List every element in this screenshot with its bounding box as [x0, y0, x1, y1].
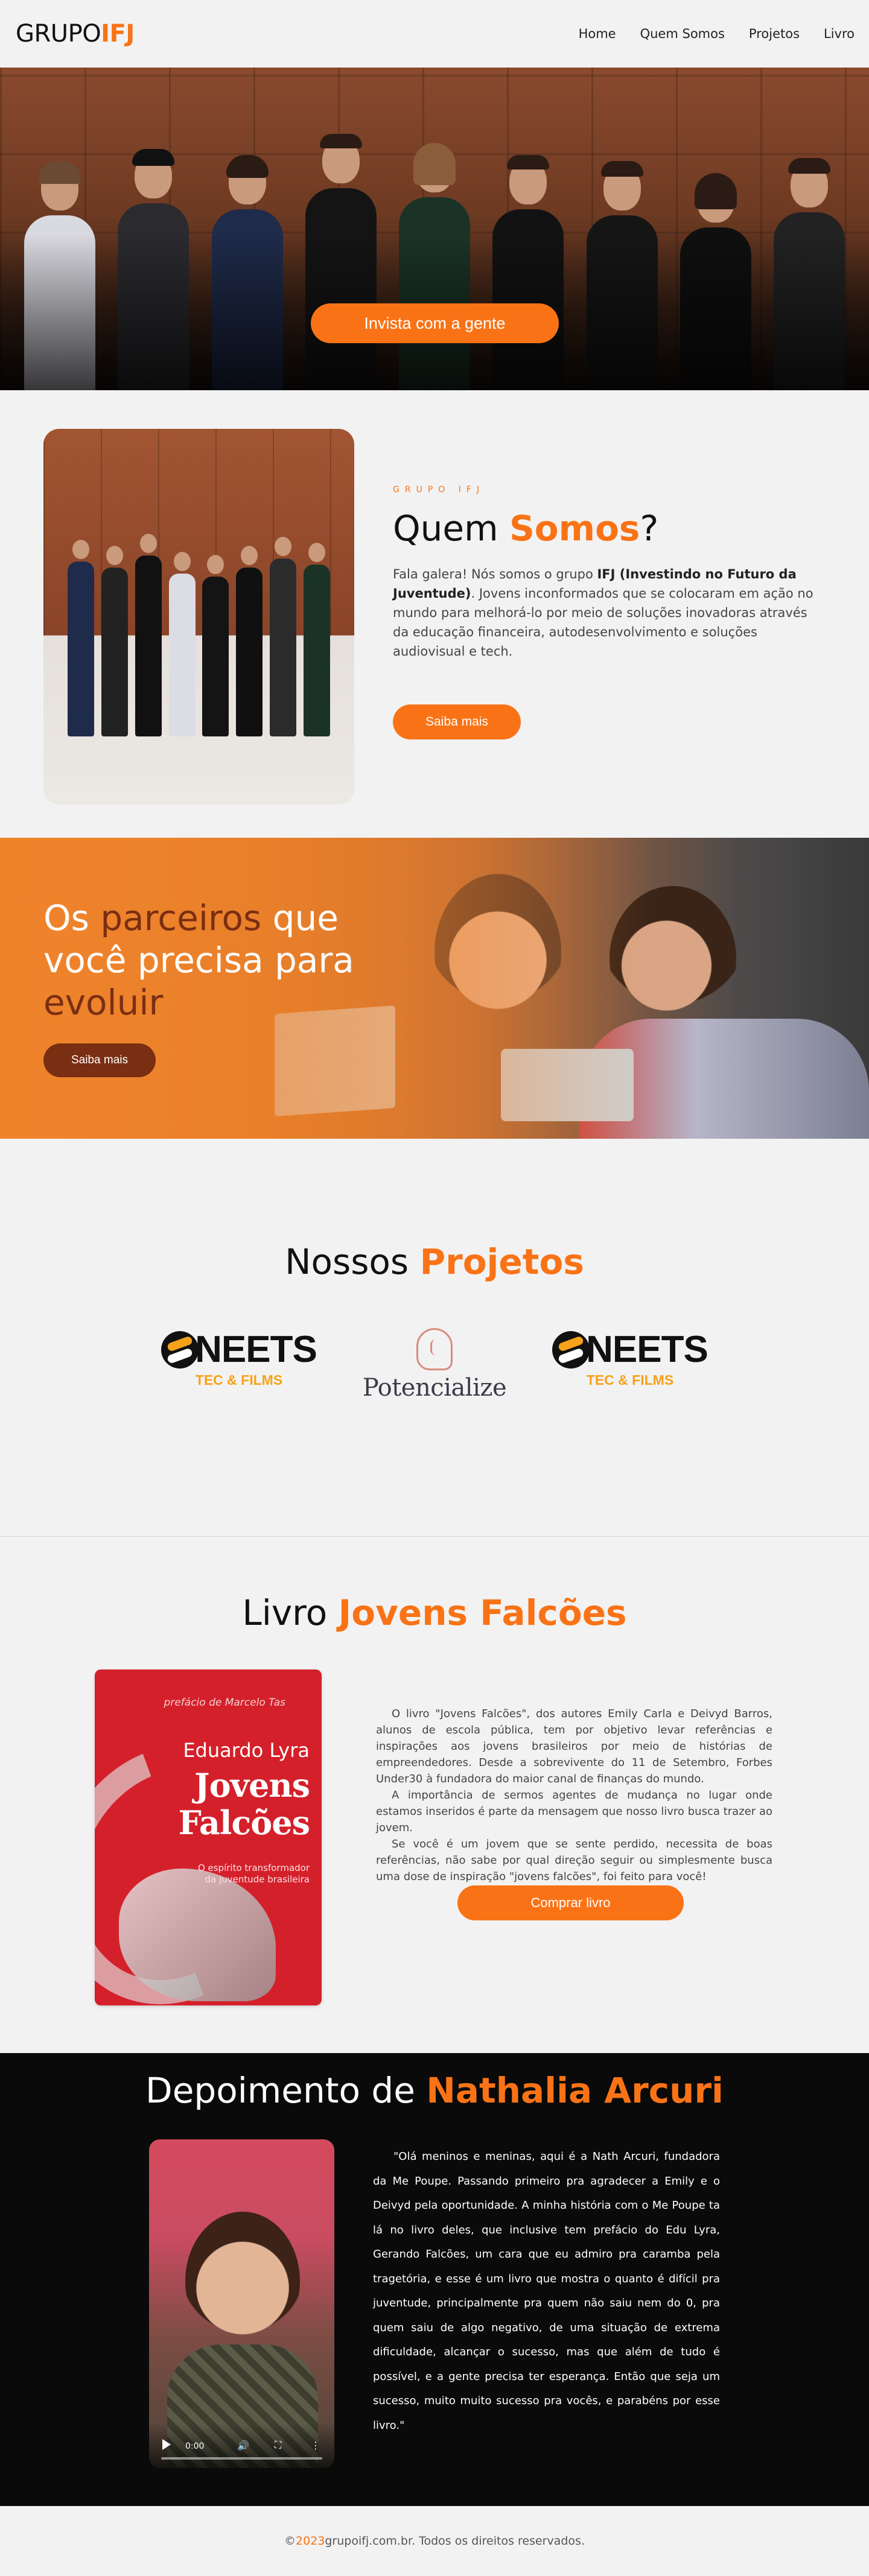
nav-quem-somos[interactable]: Quem Somos: [640, 27, 725, 41]
book-paragraph: O livro "Jovens Falcões", dos autores Em…: [376, 1707, 772, 1785]
about-desc-start: Fala galera! Nós somos o grupo: [393, 567, 597, 581]
nav-home[interactable]: Home: [579, 27, 616, 41]
hero-section: Invista com a gente: [0, 68, 869, 390]
projects-title-accent: Projetos: [419, 1241, 584, 1282]
about-title-plain: Quem: [393, 508, 510, 549]
testimonial-title-plain: Depoimento de: [145, 2070, 427, 2111]
main-nav: Home Quem Somos Projetos Livro: [579, 27, 855, 41]
neets-sub: TEC & FILMS: [586, 1372, 674, 1388]
testimonial-video[interactable]: 0:00 🔊 ⛶ ⋮: [149, 2139, 334, 2468]
about-learn-more-button[interactable]: Saiba mais: [393, 704, 521, 739]
neets-mark-icon: [161, 1331, 199, 1369]
book-cover-title-2: Falcões: [178, 1803, 310, 1842]
site-footer: © 2023 grupoifj.com.br. Todos os direito…: [0, 2506, 869, 2576]
about-text: GRUPO IFJ Quem Somos? Fala galera! Nós s…: [393, 485, 827, 739]
nav-projetos[interactable]: Projetos: [749, 27, 800, 41]
testimonial-quote: "Olá meninos e meninas, aqui é a Nath Ar…: [373, 2150, 720, 2432]
volume-icon[interactable]: 🔊: [237, 2440, 249, 2451]
about-description: Fala galera! Nós somos o grupo IFJ (Inve…: [393, 565, 821, 661]
video-controls: 0:00 🔊 ⛶ ⋮: [149, 2423, 334, 2468]
about-eyebrow: GRUPO IFJ: [393, 485, 485, 495]
about-group-photo: [43, 429, 354, 805]
neets-logo[interactable]: NEETS TEC & FILMS: [552, 1328, 708, 1407]
projects-logos: NEETS TEC & FILMS Potencialize NEETS TEC…: [0, 1328, 869, 1407]
projects-title: Nossos Projetos: [0, 1139, 869, 1282]
book-cover: prefácio de Marcelo Tas Eduardo Lyra Jov…: [95, 1669, 322, 2005]
fullscreen-icon[interactable]: ⛶: [275, 2439, 281, 2451]
book-description: O livro "Jovens Falcões", dos autores Em…: [376, 1706, 772, 1885]
potencialize-word: Potencialize: [362, 1374, 507, 1402]
footer-copyright-symbol: ©: [284, 2534, 296, 2548]
book-cover-preface: prefácio de Marcelo Tas: [164, 1697, 285, 1709]
about-title: Quem Somos?: [393, 508, 827, 549]
book-cover-subtitle: O espírito transformador da juventude br…: [197, 1862, 310, 1885]
partners-w2: parceiros: [100, 897, 262, 938]
video-progress-bar[interactable]: [161, 2457, 322, 2460]
buy-book-button[interactable]: Comprar livro: [457, 1885, 684, 1920]
logo-accent: IFJ: [101, 20, 135, 48]
invest-cta-button[interactable]: Invista com a gente: [311, 303, 559, 343]
neets-mark-icon: [552, 1331, 590, 1369]
book-cover-author: Eduardo Lyra: [183, 1739, 310, 1762]
footer-text: grupoifj.com.br. Todos os direitos reser…: [325, 2534, 585, 2548]
book-paragraph: Se você é um jovem que se sente perdido,…: [376, 1838, 772, 1883]
head-mind-icon: [416, 1328, 453, 1370]
partners-headline: Os parceiros que você precisa para evolu…: [43, 897, 418, 1024]
partners-w4: evoluir: [43, 982, 164, 1023]
book-title-plain: Livro: [242, 1592, 339, 1633]
book-paragraph: A importância de sermos agentes de mudan…: [376, 1789, 772, 1834]
testimonial-title-accent: Nathalia Arcuri: [426, 2070, 724, 2111]
testimonial-title: Depoimento de Nathalia Arcuri: [0, 2053, 869, 2111]
projects-section: Nossos Projetos NEETS TEC & FILMS Potenc…: [0, 1139, 869, 1537]
book-title: Livro Jovens Falcões: [0, 1537, 869, 1633]
about-title-end: ?: [640, 508, 659, 549]
site-header: GRUPOIFJ Home Quem Somos Projetos Livro: [0, 0, 869, 68]
play-icon[interactable]: [162, 2439, 171, 2450]
book-title-accent: Jovens Falcões: [338, 1592, 627, 1633]
video-time: 0:00: [185, 2442, 205, 2451]
neets-word: NEETS: [195, 1329, 317, 1370]
neets-word: NEETS: [586, 1329, 708, 1370]
book-cover-title-1: Jovens: [194, 1766, 310, 1805]
partners-w1: Os: [43, 897, 101, 938]
projects-title-plain: Nossos: [285, 1241, 420, 1282]
more-options-icon[interactable]: ⋮: [311, 2440, 320, 2451]
testimonial-section: Depoimento de Nathalia Arcuri 0:00 🔊 ⛶ ⋮…: [0, 2053, 869, 2506]
partners-learn-more-button[interactable]: Saiba mais: [43, 1043, 156, 1077]
footer-year: 2023: [296, 2534, 325, 2548]
potencialize-logo[interactable]: Potencialize: [362, 1328, 507, 1407]
partners-banner: Os parceiros que você precisa para evolu…: [0, 838, 869, 1139]
neets-sub: TEC & FILMS: [195, 1372, 283, 1388]
about-title-accent: Somos: [509, 508, 640, 549]
nav-livro[interactable]: Livro: [824, 27, 855, 41]
book-section: Livro Jovens Falcões prefácio de Marcelo…: [0, 1537, 869, 2053]
logo-text: GRUPO: [16, 20, 101, 48]
neets-logo[interactable]: NEETS TEC & FILMS: [161, 1328, 317, 1407]
logo[interactable]: GRUPOIFJ: [16, 20, 135, 48]
about-section: GRUPO IFJ Quem Somos? Fala galera! Nós s…: [0, 390, 869, 838]
